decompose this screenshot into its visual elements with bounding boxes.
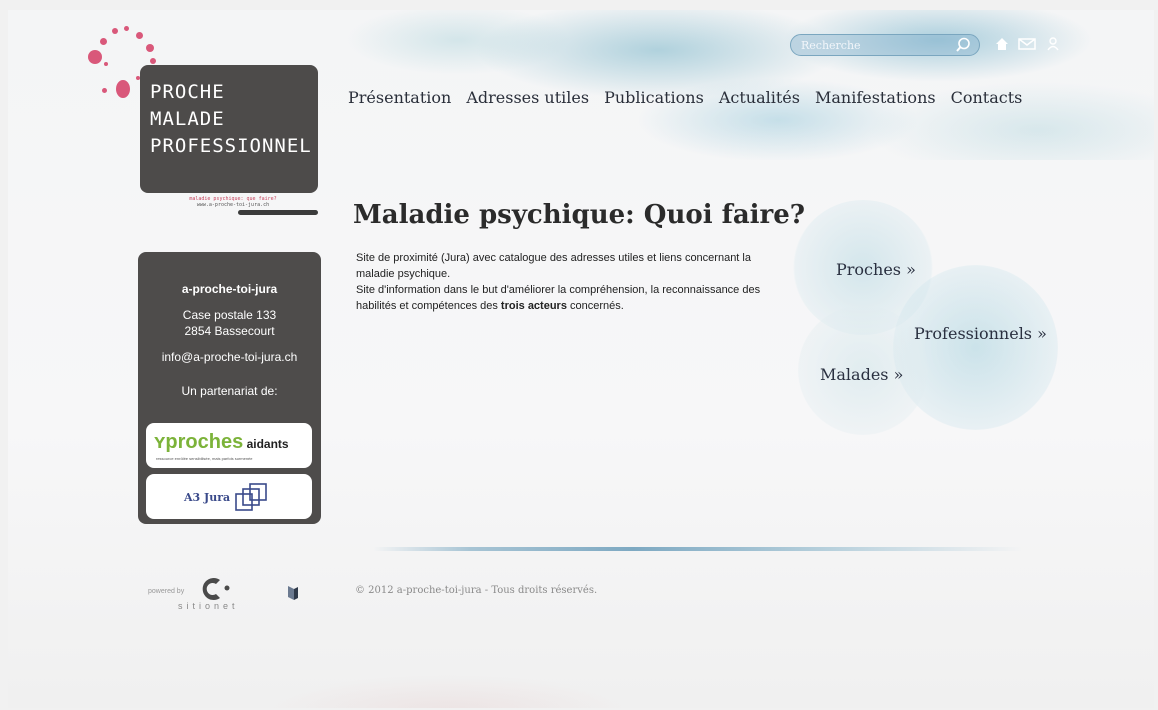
partner2-text: A3 Jura [184, 491, 231, 504]
nav-contacts[interactable]: Contacts [951, 88, 1023, 107]
sidebar-address-line1: Case postale 133 [182, 308, 277, 322]
link-malades[interactable]: Malades » [820, 365, 903, 384]
intro-text-bold: trois acteurs [500, 300, 567, 312]
intro-text-part3: concernés. [566, 300, 624, 312]
partner-proches-aidants-logo[interactable]: ʏproches aidants ressource enrôlée sensi… [146, 423, 312, 468]
intro-text-part1: Site de proximité (Jura) avec catalogue … [356, 252, 751, 280]
mail-icon[interactable] [1018, 37, 1036, 54]
home-icon[interactable] [995, 37, 1009, 54]
intro-text: Site de proximité (Jura) avec catalogue … [356, 250, 776, 314]
page: PROCHE MALADE PROFESSIONNEL maladie psyc… [8, 10, 1154, 708]
search-icon[interactable] [955, 37, 971, 58]
sidebar-partners-label: Un partenariat de: [181, 384, 278, 398]
a3-squares-icon [235, 483, 267, 511]
page-title: Maladie psychique: Quoi faire? [353, 200, 806, 230]
sitionet-logo-icon[interactable] [194, 576, 234, 602]
nav-manifestations[interactable]: Manifestations [815, 88, 936, 107]
link-professionnels[interactable]: Professionnels » [914, 324, 1047, 343]
search-input[interactable] [801, 38, 941, 53]
nav-actualites[interactable]: Actualités [719, 88, 800, 107]
user-icon[interactable] [1046, 37, 1060, 54]
logo-brush-stroke [238, 210, 318, 215]
copyright-text: © 2012 a-proche-toi-jura - Tous droits r… [355, 585, 598, 596]
search-box[interactable] [790, 34, 980, 56]
partner-a3-jura-logo[interactable]: A3 Jura [146, 474, 312, 519]
sitionet-brand-text: sitionet [178, 601, 239, 611]
sidebar-email-link[interactable]: info@a-proche-toi-jura.ch [138, 350, 321, 364]
logo-line-proche: PROCHE [150, 81, 225, 103]
nav-publications[interactable]: Publications [604, 88, 704, 107]
main-navigation: Présentation Adresses utiles Publication… [348, 88, 1037, 107]
bottom-watercolor-background [208, 650, 808, 708]
partner1-word1: proches [165, 431, 244, 453]
cms-badge-icon[interactable] [286, 584, 300, 602]
logo-tagline: maladie psychique: que faire? www.a-proc… [148, 196, 318, 208]
partner1-subtitle: ressource enrôlée sensibilisée, mais par… [156, 456, 253, 461]
logo-line-professionnel: PROFESSIONNEL [150, 135, 312, 157]
header-watercolor-background [338, 10, 1154, 160]
powered-by-label: powered by [148, 588, 185, 595]
nav-adresses-utiles[interactable]: Adresses utiles [466, 88, 589, 107]
logo-line-malade: MALADE [150, 108, 225, 130]
logo-tagline-url: www.a-proche-toi-jura.ch [196, 202, 270, 208]
link-proches[interactable]: Proches » [836, 260, 916, 279]
sidebar-contact-panel: a-proche-toi-jura Case postale 133 2854 … [138, 252, 321, 524]
sidebar-address-line2: 2854 Bassecourt [184, 324, 275, 338]
partner1-word2: aidants [246, 437, 289, 451]
nav-presentation[interactable]: Présentation [348, 88, 451, 107]
sidebar-title: a-proche-toi-jura [181, 282, 278, 296]
footer-brush-divider [373, 547, 1023, 551]
proches-leaf-icon: ʏ [154, 431, 166, 453]
site-logo[interactable]: PROCHE MALADE PROFESSIONNEL [140, 65, 318, 193]
